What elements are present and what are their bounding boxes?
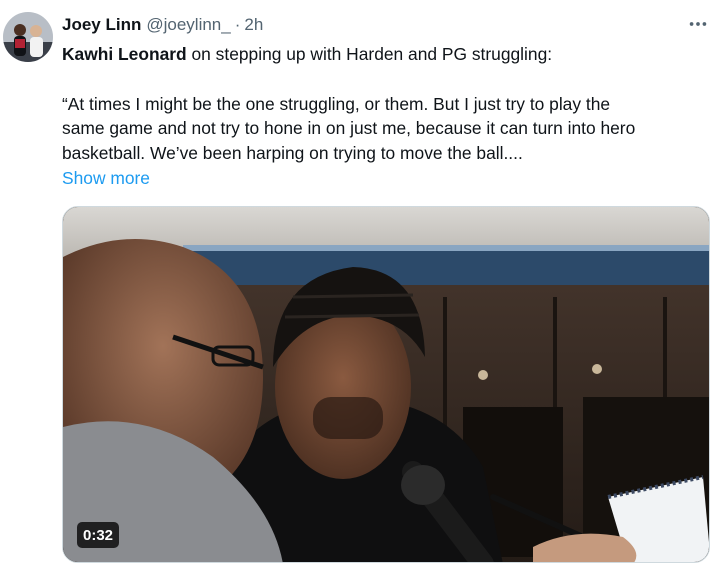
- more-horizontal-icon: [689, 22, 707, 26]
- display-name[interactable]: Joey Linn: [62, 15, 141, 35]
- video-thumbnail: [63, 207, 709, 562]
- more-options-button[interactable]: [684, 12, 712, 36]
- video-player[interactable]: 0:32: [62, 206, 710, 563]
- quote-line: same game and not try to hone in on just…: [62, 118, 636, 138]
- tweet-text: Kawhi Leonard on stepping up with Harden…: [62, 42, 712, 165]
- avatar-image: [3, 12, 53, 62]
- timestamp[interactable]: 2h: [244, 15, 263, 35]
- user-avatar[interactable]: [3, 12, 53, 62]
- tweet-lead-text: on stepping up with Harden and PG strugg…: [186, 44, 553, 64]
- user-handle[interactable]: @joeylinn_: [146, 15, 230, 35]
- separator-dot: ·: [234, 15, 241, 34]
- tweet-header: Joey Linn @joeylinn_ · 2h: [62, 12, 263, 38]
- mentioned-name: Kawhi Leonard: [62, 44, 187, 64]
- tweet[interactable]: Joey Linn @joeylinn_ · 2h Kawhi Leonard …: [0, 0, 726, 577]
- tweet-text-line: Kawhi Leonard on stepping up with Harden…: [62, 42, 712, 67]
- quote-line: “At times I might be the one struggling,…: [62, 93, 611, 114]
- show-more-link[interactable]: Show more: [62, 166, 150, 190]
- quote-line: basketball. We’ve been harping on trying…: [62, 142, 523, 163]
- video-duration: 0:32: [77, 522, 120, 548]
